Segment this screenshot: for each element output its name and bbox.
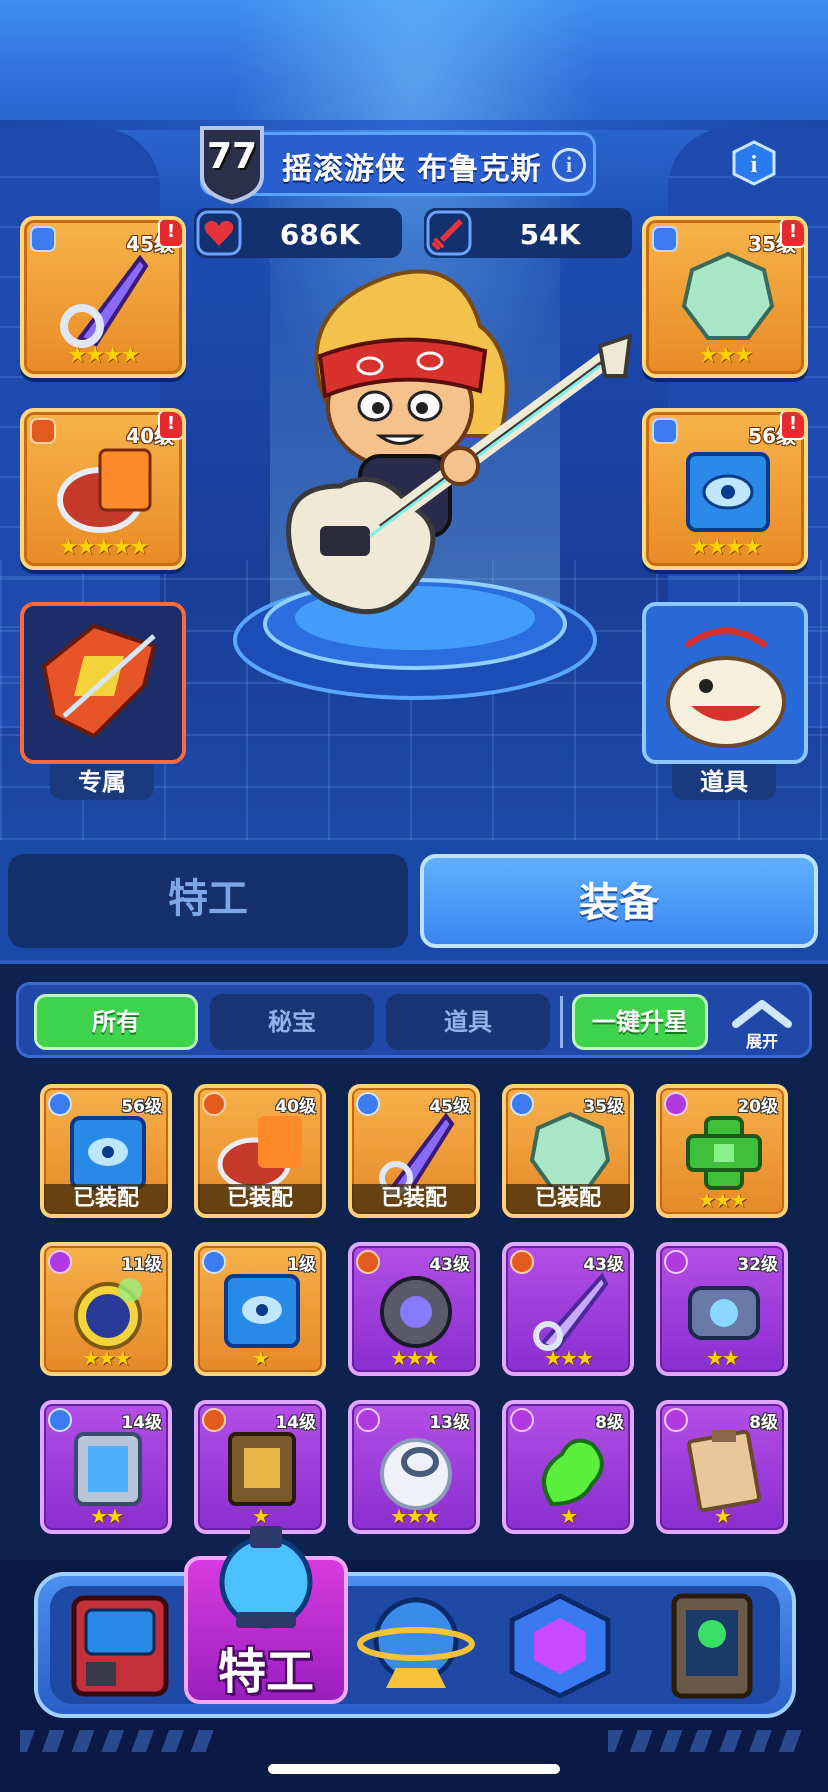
- item-stars: ★★★: [390, 1346, 440, 1370]
- item-stars: ★: [252, 1346, 270, 1370]
- filter-item[interactable]: 道具: [386, 994, 550, 1050]
- inventory-item[interactable]: 11级 ★★★: [40, 1242, 172, 1376]
- inventory-item[interactable]: 56级 已装配: [40, 1084, 172, 1218]
- ancient-book-icon: [228, 1432, 296, 1506]
- sword-icon: [426, 210, 472, 256]
- heart-icon: [196, 210, 242, 256]
- exclusive-label: 专属: [50, 764, 154, 800]
- slot-stars: ★★★★★: [58, 535, 150, 560]
- energy-canister-icon: [688, 1286, 760, 1340]
- green-flame-icon: [542, 1438, 604, 1507]
- item-stars: ★★: [706, 1346, 740, 1370]
- attack-value: 54K: [519, 218, 581, 251]
- astronaut-helmet-icon: [219, 1526, 313, 1629]
- exclusive-slot[interactable]: [20, 602, 186, 764]
- hp-value: 686K: [279, 218, 361, 251]
- fur-ring-icon: [380, 1438, 452, 1510]
- rune-tablet-icon: [74, 1432, 142, 1506]
- slot-stars: ★★★★: [689, 535, 763, 560]
- inventory-item[interactable]: 14级 ★: [194, 1400, 326, 1534]
- equip-slot-armor[interactable]: 40级 ★★★★★ !: [20, 408, 186, 570]
- eye-cube-icon: [686, 452, 770, 532]
- item-slot[interactable]: [642, 602, 808, 764]
- home-indicator[interactable]: [268, 1764, 560, 1774]
- inventory-item[interactable]: 40级 已装配: [194, 1084, 326, 1218]
- hero-level: 77: [206, 136, 258, 177]
- svg-text:i: i: [751, 152, 758, 178]
- filter-secret-treasure[interactable]: 秘宝: [210, 994, 374, 1050]
- inventory-item[interactable]: 20级 ★★★: [656, 1084, 788, 1218]
- inventory-item[interactable]: 13级 ★★★: [348, 1400, 480, 1534]
- slot-stars: ★★★★: [67, 343, 141, 368]
- emerald-cross-icon: [686, 1116, 762, 1190]
- equip-slot-weapon[interactable]: 45级 ★★★★ !: [20, 216, 186, 378]
- inventory-item[interactable]: 43级 ★★★: [348, 1242, 480, 1376]
- tab-equipment[interactable]: 装备: [420, 854, 818, 948]
- relic-frame-icon[interactable]: [652, 1588, 772, 1704]
- inventory-item[interactable]: 35级 已装配: [502, 1084, 634, 1218]
- inventory-item[interactable]: 32级 ★★: [656, 1242, 788, 1376]
- item-stars: ★★★: [544, 1346, 594, 1370]
- item-stars: ★★★: [390, 1504, 440, 1528]
- info-button-icon[interactable]: i: [732, 140, 776, 186]
- alert-icon: !: [158, 220, 182, 248]
- chevron-up-icon: [732, 1000, 792, 1028]
- lucky-bag-icon: [666, 628, 786, 748]
- nav-stripes-right: [608, 1730, 808, 1752]
- filter-all[interactable]: 所有: [34, 994, 198, 1050]
- item-stars: ★: [560, 1504, 578, 1528]
- inventory-item[interactable]: 43级 ★★★: [502, 1242, 634, 1376]
- lightning-blade-icon: [533, 1272, 609, 1353]
- attack-stat: 54K: [424, 208, 632, 258]
- ceiling-band: [0, 120, 828, 130]
- arcade-machine-icon[interactable]: [60, 1588, 180, 1704]
- music-scroll-icon: [57, 448, 152, 533]
- planet-icon[interactable]: [356, 1588, 476, 1704]
- tab-agent[interactable]: 特工: [8, 854, 408, 948]
- hero-info-icon[interactable]: i: [552, 148, 586, 182]
- alert-icon: !: [780, 220, 804, 248]
- item-stars: ★★★: [82, 1346, 132, 1370]
- item-stars: ★★★: [698, 1188, 748, 1212]
- alert-icon: !: [780, 412, 804, 440]
- clipboard-icon: [687, 1429, 761, 1513]
- crystal-cube-icon[interactable]: [500, 1588, 620, 1704]
- crystal-guitar-icon: [41, 623, 157, 739]
- inventory-item[interactable]: 1级 ★: [194, 1242, 326, 1376]
- item-stars: ★: [714, 1504, 732, 1528]
- equipped-label: 已装配: [506, 1184, 630, 1214]
- slot-stars: ★★★: [698, 343, 753, 368]
- inventory-item[interactable]: 45级 已装配: [348, 1084, 480, 1218]
- equip-slot-book[interactable]: 56级 ★★★★ !: [642, 408, 808, 570]
- green-gem-icon: [681, 251, 775, 340]
- hero-name: 摇滚游侠 布鲁克斯: [282, 152, 542, 187]
- equip-slot-gem[interactable]: 35级 ★★★ !: [642, 216, 808, 378]
- hp-stat: 686K: [194, 208, 402, 258]
- item-stars: ★★: [90, 1504, 124, 1528]
- nav-agent-label: 特工: [217, 1644, 314, 1700]
- eye-cube-icon: [224, 1274, 300, 1348]
- equipped-label: 已装配: [198, 1184, 322, 1214]
- hero-character[interactable]: [280, 266, 640, 666]
- pocket-watch-icon: [74, 1278, 142, 1350]
- equipped-label: 已装配: [44, 1184, 168, 1214]
- core-orb-icon: [380, 1276, 452, 1348]
- filter-divider: [560, 996, 563, 1048]
- item-label: 道具: [672, 764, 776, 800]
- inventory-item[interactable]: 8级 ★: [502, 1400, 634, 1534]
- equipped-label: 已装配: [352, 1184, 476, 1214]
- one-click-star-up-button[interactable]: 一键升星: [572, 994, 708, 1050]
- crystal-blade-icon: [60, 254, 149, 348]
- inventory-item[interactable]: 8级 ★: [656, 1400, 788, 1534]
- expand-label: 展开: [745, 1032, 778, 1051]
- hero-showcase: 77 摇滚游侠 布鲁克斯 i i 686K 54K 45级 ★★★★ ! 40级…: [0, 0, 828, 840]
- alert-icon: !: [158, 412, 182, 440]
- inventory-item[interactable]: 14级 ★★: [40, 1400, 172, 1534]
- nav-stripes-left: [20, 1730, 220, 1752]
